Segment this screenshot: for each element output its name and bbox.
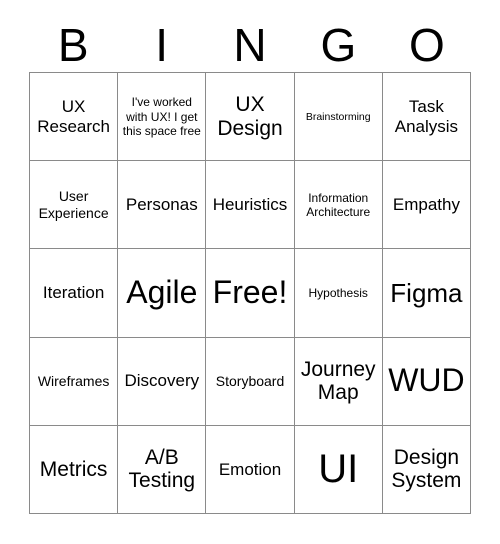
bingo-cell-label: UX Design <box>217 93 283 140</box>
bingo-cell-n5[interactable]: Emotion <box>206 425 295 515</box>
bingo-row: Wireframes Discovery Storyboard Journey … <box>30 337 472 426</box>
header-letter-n: N <box>233 19 267 71</box>
bingo-cell-label: Emotion <box>218 459 282 479</box>
bingo-cell-g2[interactable]: Information Architecture <box>294 161 383 250</box>
bingo-cell-n4[interactable]: Storyboard <box>206 337 295 426</box>
bingo-row: Iteration Agile Free! Hypothesis Figma <box>30 249 472 338</box>
bingo-row: Metrics A/B Testing Emotion UI Design Sy… <box>30 425 472 515</box>
bingo-cell-g1[interactable]: Brainstorming <box>294 73 383 162</box>
bingo-cell-i2[interactable]: Personas <box>118 161 207 250</box>
bingo-cell-label: User Experience <box>38 188 109 221</box>
bingo-cell-label: Discovery <box>124 371 200 391</box>
bingo-cell-label: Information Architecture <box>306 190 371 219</box>
bingo-cell-i4[interactable]: Discovery <box>118 337 207 426</box>
bingo-cell-b1[interactable]: UX Research <box>30 73 119 162</box>
bingo-cell-b3[interactable]: Iteration <box>30 249 119 338</box>
bingo-cell-label: Brainstorming <box>305 110 371 123</box>
bingo-cell-o5[interactable]: Design System <box>382 425 472 515</box>
bingo-cell-label: I've worked with UX! I get this space fr… <box>122 95 201 138</box>
bingo-header-letters: B I N G O <box>29 18 471 72</box>
bingo-cell-n1[interactable]: UX Design <box>206 73 295 162</box>
bingo-cell-free-space[interactable]: Free! <box>206 249 295 338</box>
bingo-cell-label: Figma <box>390 277 463 308</box>
bingo-cell-i1[interactable]: I've worked with UX! I get this space fr… <box>118 73 207 162</box>
bingo-cell-n2[interactable]: Heuristics <box>206 161 295 250</box>
bingo-cell-label: UX Research <box>37 97 110 136</box>
bingo-cell-label: Hypothesis <box>308 285 368 300</box>
bingo-cell-label: A/B Testing <box>128 445 196 493</box>
bingo-cell-label: Personas <box>125 195 198 215</box>
header-letter-o: O <box>408 19 445 71</box>
bingo-grid: UX Research I've worked with UX! I get t… <box>29 72 472 515</box>
header-letter-i: I <box>155 19 168 71</box>
bingo-cell-o3[interactable]: Figma <box>382 249 472 338</box>
bingo-cell-label: Agile <box>126 274 198 311</box>
bingo-cell-label: Metrics <box>39 457 108 481</box>
bingo-cell-label: Design System <box>391 445 462 493</box>
bingo-cell-b5[interactable]: Metrics <box>30 425 119 515</box>
bingo-cell-b2[interactable]: User Experience <box>30 161 119 250</box>
bingo-cell-label: Wireframes <box>37 372 110 389</box>
bingo-cell-label: Heuristics <box>212 195 288 215</box>
bingo-cell-g5[interactable]: UI <box>294 425 383 515</box>
bingo-cell-label: Iteration <box>42 283 105 303</box>
bingo-cell-label: Storyboard <box>215 372 285 389</box>
bingo-cell-label: Free! <box>212 274 288 311</box>
bingo-cell-g3[interactable]: Hypothesis <box>294 249 383 338</box>
bingo-cell-o4[interactable]: WUD <box>382 337 472 426</box>
bingo-card: B I N G O UX Research I've worked with U… <box>0 0 500 544</box>
bingo-row: User Experience Personas Heuristics Info… <box>30 161 472 250</box>
bingo-cell-label: Empathy <box>392 195 460 215</box>
header-letter-g: G <box>320 19 357 71</box>
header-letter-b: B <box>57 19 89 71</box>
bingo-cell-g4[interactable]: Journey Map <box>294 337 383 426</box>
bingo-cell-i3[interactable]: Agile <box>118 249 207 338</box>
bingo-cell-label: UI <box>318 447 359 492</box>
bingo-cell-o2[interactable]: Empathy <box>382 161 472 250</box>
bingo-cell-label: WUD <box>388 362 465 399</box>
bingo-cell-b4[interactable]: Wireframes <box>30 337 119 426</box>
bingo-cell-label: Task Analysis <box>394 97 459 136</box>
bingo-cell-o1[interactable]: Task Analysis <box>382 73 472 162</box>
bingo-row: UX Research I've worked with UX! I get t… <box>30 73 472 162</box>
bingo-cell-label: Journey Map <box>300 357 376 405</box>
bingo-cell-i5[interactable]: A/B Testing <box>118 425 207 515</box>
